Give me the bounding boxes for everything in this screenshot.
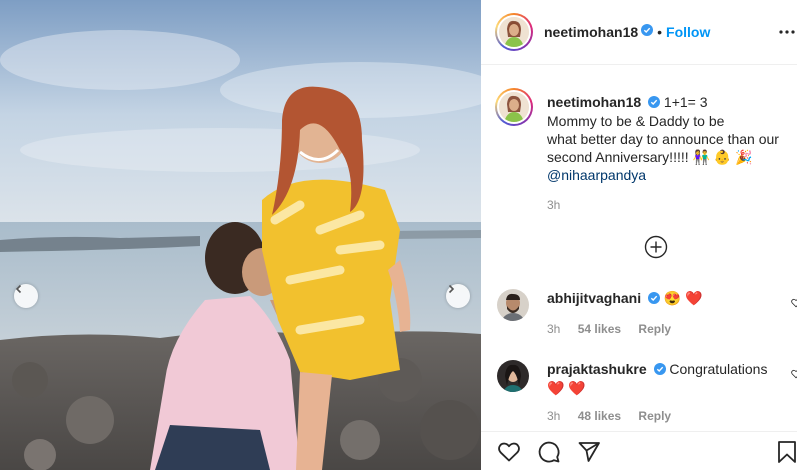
profile-picture [497, 360, 529, 392]
comment-timestamp[interactable]: 3h [547, 322, 560, 336]
caption-mention-link[interactable]: @nihaarpandya [547, 166, 797, 184]
header-separator: • [657, 24, 663, 40]
share-icon [578, 442, 600, 462]
verified-badge-icon [641, 23, 654, 41]
comment-likes[interactable]: 54 likes [578, 322, 621, 336]
caption-text: neetimohan18 1+1= 3 Mommy to be & Daddy … [547, 93, 797, 214]
comment-like-heart-icon[interactable] [791, 366, 797, 384]
post-side-panel: neetimohan18 • Follow neetimohan18 1+1= … [481, 0, 797, 470]
comment-text-line-2: ❤️ ❤️ [547, 380, 586, 397]
comment-meta: 3h 54 likes Reply [547, 320, 787, 338]
comment-button[interactable] [537, 440, 561, 469]
profile-picture [499, 92, 529, 122]
follow-button[interactable]: Follow [666, 24, 710, 40]
comment-reply-button[interactable]: Reply [638, 322, 671, 336]
save-button[interactable] [777, 440, 797, 469]
verified-badge-icon [648, 290, 661, 308]
next-photo-button[interactable] [446, 284, 470, 308]
more-options-icon[interactable] [779, 22, 795, 40]
comment-text: 😍 ❤️ [663, 290, 703, 306]
comment-icon [538, 441, 560, 463]
load-more-comments-button[interactable] [644, 235, 668, 264]
chevron-left-icon [15, 284, 22, 294]
post-image-illustration [0, 0, 481, 470]
share-button[interactable] [577, 440, 601, 469]
caption-line-3: what better day to announce than our [547, 131, 779, 148]
caption-line-2: Mommy to be & Daddy to be [547, 113, 725, 130]
caption-author-avatar[interactable] [495, 88, 533, 126]
caption-line-4: second Anniversary!!!!! 👫 👶 🎉 [547, 149, 753, 166]
chevron-right-icon [448, 284, 455, 294]
caption-timestamp[interactable]: 3h [547, 196, 797, 214]
comment-text: Congratulations [669, 361, 768, 377]
post-action-bar [481, 431, 797, 471]
verified-badge-icon [648, 94, 661, 112]
heart-icon [498, 442, 520, 462]
profile-picture [497, 289, 529, 321]
caption-line-1: 1+1= 3 [663, 94, 708, 110]
commenter-username[interactable]: prajaktashukre [547, 361, 647, 377]
commenter-username[interactable]: abhijitvaghani [547, 290, 641, 306]
comment-like-heart-icon[interactable] [791, 295, 797, 313]
verified-badge-icon [653, 361, 666, 379]
comment-likes[interactable]: 48 likes [578, 409, 621, 423]
previous-photo-button[interactable] [14, 284, 38, 308]
comment-reply-button[interactable]: Reply [638, 409, 671, 423]
like-button[interactable] [497, 440, 521, 469]
bookmark-icon [778, 441, 796, 463]
commenter-avatar[interactable] [497, 289, 529, 321]
comment-timestamp[interactable]: 3h [547, 409, 560, 423]
profile-picture [499, 17, 529, 47]
caption-username[interactable]: neetimohan18 [547, 94, 641, 110]
commenter-avatar[interactable] [497, 360, 529, 392]
comment-body: prajaktashukre Congratulations ❤️ ❤️ 3h … [547, 360, 787, 425]
author-avatar[interactable] [495, 13, 533, 51]
post-header: neetimohan18 • Follow [481, 0, 797, 65]
comment-body: abhijitvaghani 😍 ❤️ 3h 54 likes Reply [547, 289, 787, 338]
comment-meta: 3h 48 likes Reply [547, 407, 787, 425]
author-username[interactable]: neetimohan18 [544, 24, 638, 40]
post-photo[interactable] [0, 0, 481, 470]
add-comment-circle-icon [644, 235, 668, 259]
